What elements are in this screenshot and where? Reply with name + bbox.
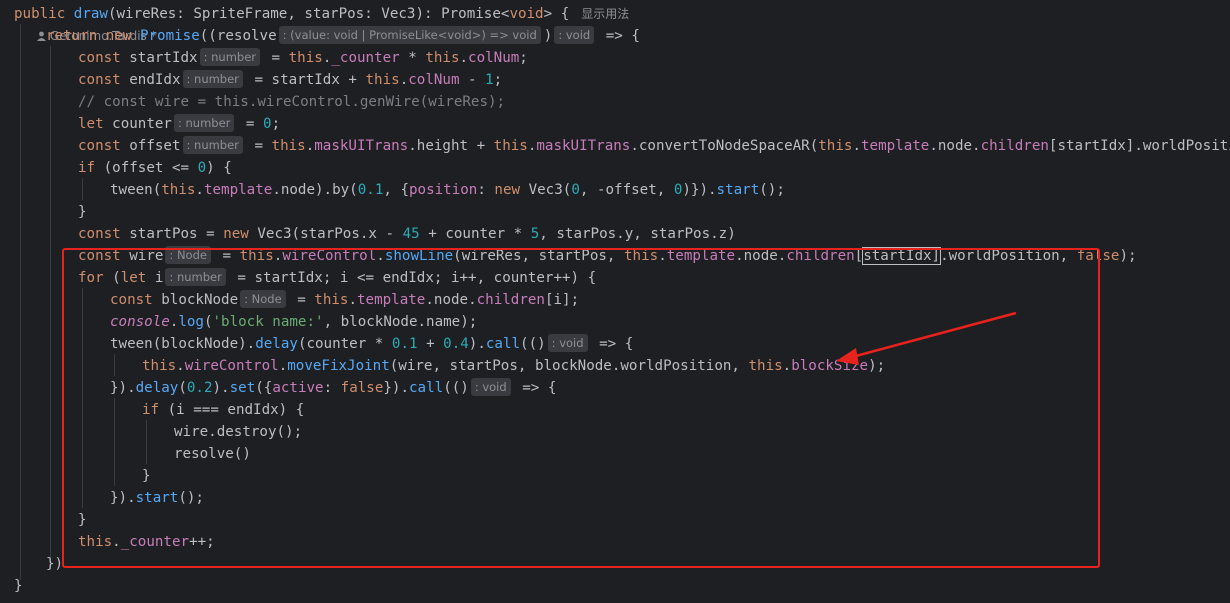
annotation-arrow-icon xyxy=(836,311,1017,365)
code-editor[interactable]: public draw(wireRes: SpriteFrame, starPo… xyxy=(0,0,1230,603)
